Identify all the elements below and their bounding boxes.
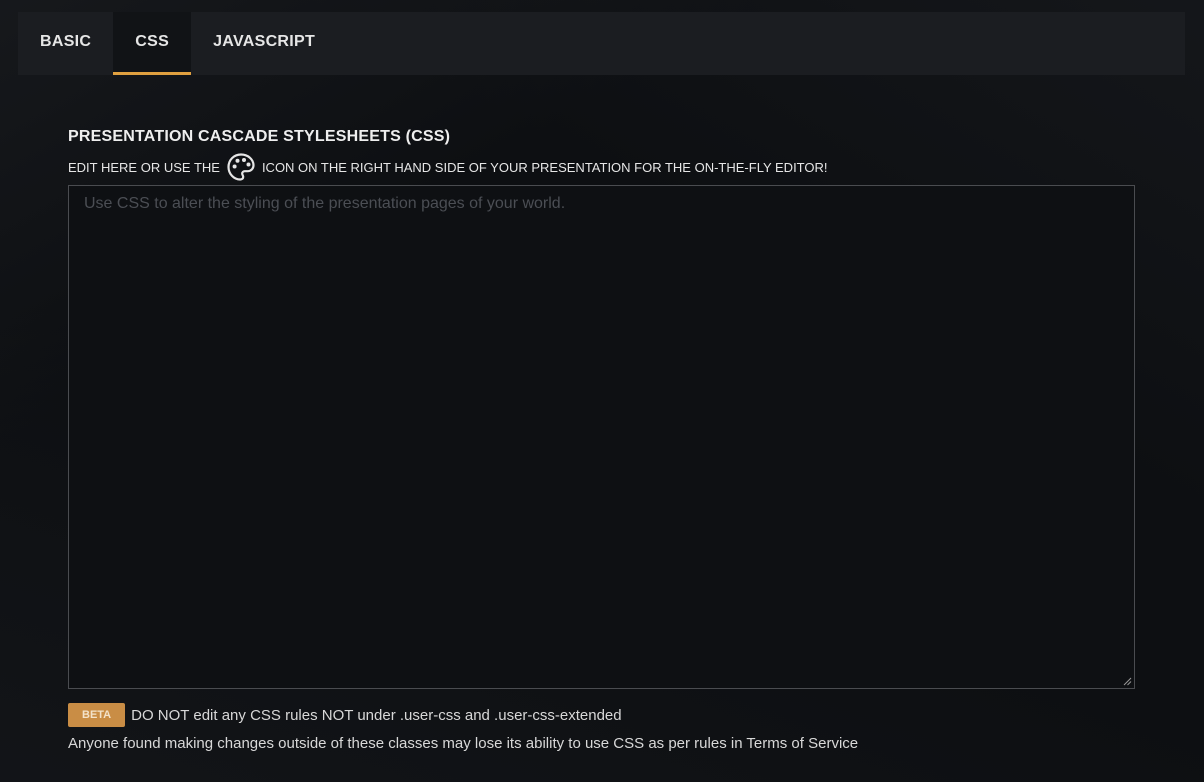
notice-text: DO NOT edit any CSS rules NOT under .use… xyxy=(131,706,622,724)
footnote: Anyone found making changes outside of t… xyxy=(68,735,859,752)
tab-css[interactable]: CSS xyxy=(113,12,192,75)
section-title: PRESENTATION CASCADE STYLESHEETS (CSS) xyxy=(68,128,451,145)
editor-hint: EDIT HERE OR USE THE ICON ON THE RIGHT H… xyxy=(68,152,1135,182)
page: BASIC CSS JAVASCRIPT PRESENTATION CASCAD… xyxy=(0,0,1204,782)
css-textarea[interactable] xyxy=(69,186,1134,688)
css-editor xyxy=(68,185,1135,689)
beta-badge: BETA xyxy=(68,703,126,727)
hint-text-after: ICON ON THE RIGHT HAND SIDE OF YOUR PRES… xyxy=(261,159,828,175)
tab-basic[interactable]: BASIC xyxy=(18,12,113,75)
tab-bar: BASIC CSS JAVASCRIPT xyxy=(18,12,1185,75)
resize-handle-icon[interactable] xyxy=(1122,676,1132,686)
beta-notice: BETA DO NOT edit any CSS rules NOT under… xyxy=(68,703,1135,727)
hint-text-before: EDIT HERE OR USE THE xyxy=(68,159,220,175)
palette-icon xyxy=(226,152,256,182)
tab-javascript[interactable]: JAVASCRIPT xyxy=(191,12,337,75)
css-section: PRESENTATION CASCADE STYLESHEETS (CSS) E… xyxy=(68,128,1135,752)
